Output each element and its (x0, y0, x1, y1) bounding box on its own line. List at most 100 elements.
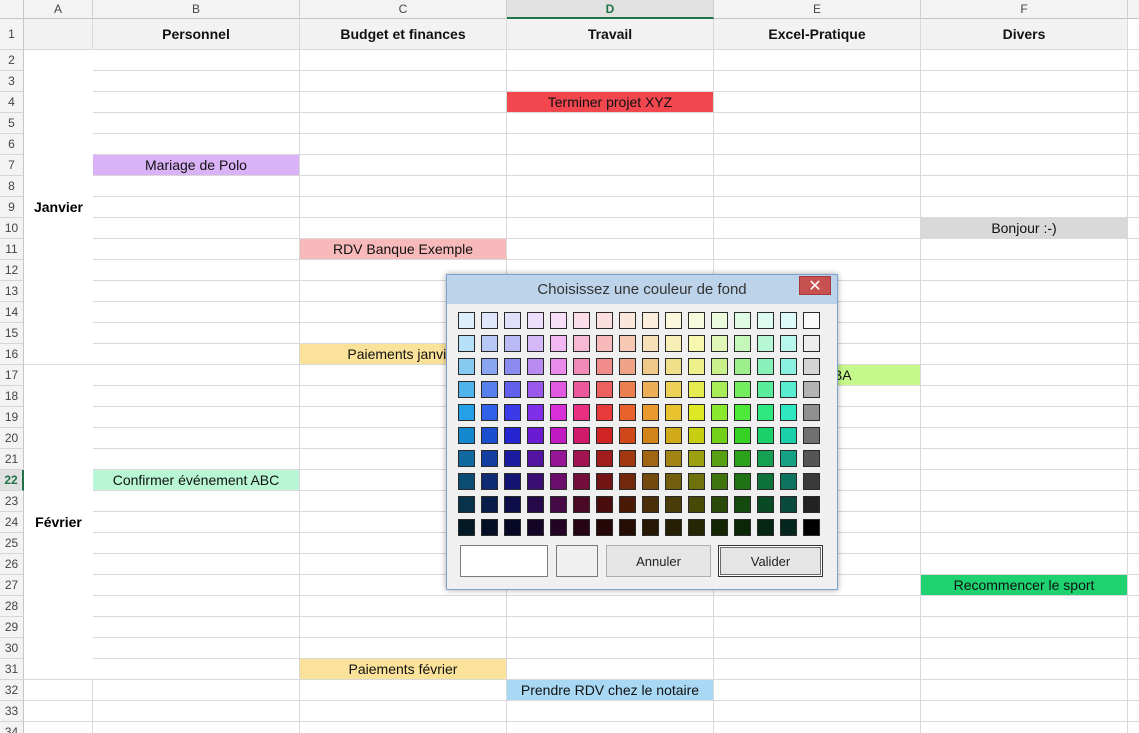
row-header[interactable]: 32 (0, 680, 24, 701)
color-swatch[interactable] (527, 404, 544, 421)
color-swatch[interactable] (504, 404, 521, 421)
color-swatch[interactable] (596, 404, 613, 421)
color-swatch[interactable] (665, 519, 682, 536)
color-swatch[interactable] (619, 427, 636, 444)
color-swatch[interactable] (711, 335, 728, 352)
color-swatch[interactable] (619, 519, 636, 536)
event-cell[interactable]: Bonjour :-) (921, 218, 1127, 238)
color-swatch[interactable] (458, 404, 475, 421)
color-swatch[interactable] (619, 381, 636, 398)
row-header[interactable]: 13 (0, 281, 24, 302)
event-cell[interactable]: Recommencer le sport (921, 575, 1127, 595)
row-header[interactable]: 26 (0, 554, 24, 575)
select-all-corner[interactable] (0, 0, 24, 19)
row-header[interactable]: 2 (0, 50, 24, 71)
color-swatch[interactable] (550, 473, 567, 490)
color-swatch[interactable] (711, 473, 728, 490)
color-swatch[interactable] (757, 450, 774, 467)
color-swatch[interactable] (780, 335, 797, 352)
color-swatch[interactable] (642, 335, 659, 352)
color-swatch[interactable] (527, 450, 544, 467)
color-swatch[interactable] (504, 473, 521, 490)
color-swatch[interactable] (780, 427, 797, 444)
color-swatch[interactable] (550, 427, 567, 444)
color-swatch[interactable] (458, 335, 475, 352)
row-header[interactable]: 14 (0, 302, 24, 323)
color-swatch[interactable] (642, 427, 659, 444)
color-swatch[interactable] (458, 450, 475, 467)
color-swatch[interactable] (527, 496, 544, 513)
color-swatch[interactable] (458, 312, 475, 329)
color-swatch[interactable] (619, 335, 636, 352)
color-swatch[interactable] (550, 358, 567, 375)
color-swatch[interactable] (481, 473, 498, 490)
row-header[interactable]: 34 (0, 722, 24, 733)
color-swatch[interactable] (573, 335, 590, 352)
color-swatch[interactable] (665, 358, 682, 375)
row-header[interactable]: 8 (0, 176, 24, 197)
color-swatch[interactable] (803, 312, 820, 329)
color-swatch[interactable] (665, 404, 682, 421)
color-swatch[interactable] (573, 404, 590, 421)
row-header[interactable]: 28 (0, 596, 24, 617)
month-cell[interactable]: Janvier (24, 50, 93, 364)
color-swatch[interactable] (642, 404, 659, 421)
row-header[interactable]: 27 (0, 575, 24, 596)
color-swatch[interactable] (642, 496, 659, 513)
color-swatch[interactable] (573, 312, 590, 329)
category-header[interactable]: Travail (507, 19, 713, 49)
row-header[interactable]: 33 (0, 701, 24, 722)
color-swatch[interactable] (688, 519, 705, 536)
color-swatch[interactable] (596, 358, 613, 375)
color-swatch[interactable] (504, 312, 521, 329)
row-header[interactable]: 15 (0, 323, 24, 344)
row-header[interactable]: 23 (0, 491, 24, 512)
color-swatch[interactable] (780, 312, 797, 329)
row-header[interactable]: 18 (0, 386, 24, 407)
row-header[interactable]: 29 (0, 617, 24, 638)
color-swatch[interactable] (803, 358, 820, 375)
color-swatch[interactable] (688, 358, 705, 375)
color-swatch[interactable] (481, 519, 498, 536)
column-header[interactable]: D (507, 0, 714, 19)
event-cell[interactable]: Paiements février (300, 659, 506, 679)
row-header[interactable]: 6 (0, 134, 24, 155)
color-swatch[interactable] (458, 496, 475, 513)
color-swatch[interactable] (757, 381, 774, 398)
category-header[interactable]: Budget et finances (300, 19, 506, 49)
row-header[interactable]: 3 (0, 71, 24, 92)
color-swatch[interactable] (688, 381, 705, 398)
row-header[interactable]: 17 (0, 365, 24, 386)
color-swatch[interactable] (481, 404, 498, 421)
color-swatch[interactable] (527, 427, 544, 444)
color-swatch[interactable] (619, 450, 636, 467)
dialog-titlebar[interactable]: Choisissez une couleur de fond ✕ (447, 275, 837, 304)
color-swatch[interactable] (803, 404, 820, 421)
color-swatch[interactable] (688, 404, 705, 421)
color-swatch[interactable] (642, 450, 659, 467)
color-swatch[interactable] (504, 427, 521, 444)
color-swatch[interactable] (573, 358, 590, 375)
color-swatch[interactable] (527, 335, 544, 352)
color-swatch[interactable] (757, 358, 774, 375)
color-swatch[interactable] (458, 381, 475, 398)
color-swatch[interactable] (573, 450, 590, 467)
color-swatch[interactable] (504, 381, 521, 398)
color-swatch[interactable] (734, 496, 751, 513)
color-swatch[interactable] (780, 381, 797, 398)
color-swatch[interactable] (665, 335, 682, 352)
month-cell[interactable]: Février (24, 365, 93, 679)
color-swatch[interactable] (458, 427, 475, 444)
column-header[interactable]: C (300, 0, 507, 19)
row-header[interactable]: 10 (0, 218, 24, 239)
color-swatch[interactable] (711, 519, 728, 536)
category-header[interactable]: Divers (921, 19, 1127, 49)
color-swatch[interactable] (711, 450, 728, 467)
color-swatch[interactable] (481, 335, 498, 352)
color-swatch[interactable] (734, 381, 751, 398)
color-code-input[interactable] (460, 545, 548, 577)
color-swatch[interactable] (734, 450, 751, 467)
event-cell[interactable]: Terminer projet XYZ (507, 92, 713, 112)
color-swatch[interactable] (711, 312, 728, 329)
color-swatch[interactable] (734, 473, 751, 490)
